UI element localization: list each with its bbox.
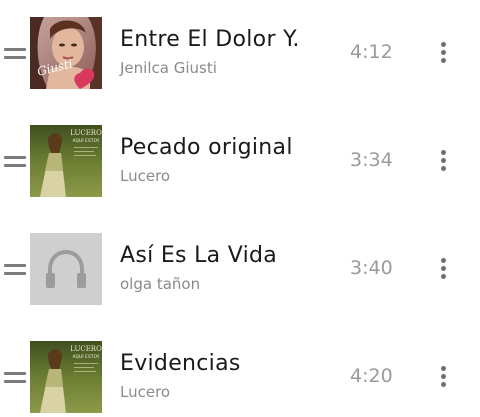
song-artist: Jenilca Giusti xyxy=(120,59,217,77)
album-artist-name: LUCERO xyxy=(70,129,102,137)
song-duration: 4:20 xyxy=(350,365,393,387)
more-options-icon[interactable] xyxy=(438,258,450,280)
song-row[interactable]: LUCERO AQUÍ ESTOY Evidencias Lucero 4:20 xyxy=(0,341,480,413)
album-art-placeholder xyxy=(30,233,102,305)
song-artist: Lucero xyxy=(120,383,171,401)
song-title: Así Es La Vida xyxy=(120,243,278,268)
drag-handle-icon[interactable] xyxy=(4,372,26,384)
album-art-jenilca: Giusti xyxy=(30,17,102,89)
more-options-icon[interactable] xyxy=(438,366,450,388)
song-row[interactable]: Giusti Entre El Dolor Y. Jenilca Giusti … xyxy=(0,17,480,89)
drag-handle-icon[interactable] xyxy=(4,264,26,276)
album-subtitle: AQUÍ ESTOY xyxy=(72,353,99,360)
song-row[interactable]: LUCERO AQUÍ ESTOY Pecado original Lucero… xyxy=(0,125,480,197)
song-title: Pecado original xyxy=(120,135,293,160)
song-artist: olga tañon xyxy=(120,275,201,293)
more-options-icon[interactable] xyxy=(438,150,450,172)
album-subtitle: AQUÍ ESTOY xyxy=(72,137,99,144)
album-artist-name: LUCERO xyxy=(70,345,102,353)
song-title: Entre El Dolor Y. xyxy=(120,27,300,52)
drag-handle-icon[interactable] xyxy=(4,156,26,168)
song-title: Evidencias xyxy=(120,351,241,376)
album-art-lucero: LUCERO AQUÍ ESTOY xyxy=(30,341,102,413)
song-artist: Lucero xyxy=(120,167,171,185)
song-duration: 3:34 xyxy=(350,149,393,171)
album-art-lucero: LUCERO AQUÍ ESTOY xyxy=(30,125,102,197)
song-row[interactable]: Así Es La Vida olga tañon 3:40 xyxy=(0,233,480,305)
drag-handle-icon[interactable] xyxy=(4,48,26,60)
more-options-icon[interactable] xyxy=(438,42,450,64)
song-list: Giusti Entre El Dolor Y. Jenilca Giusti … xyxy=(0,0,480,417)
song-duration: 3:40 xyxy=(350,257,393,279)
song-duration: 4:12 xyxy=(350,41,393,63)
